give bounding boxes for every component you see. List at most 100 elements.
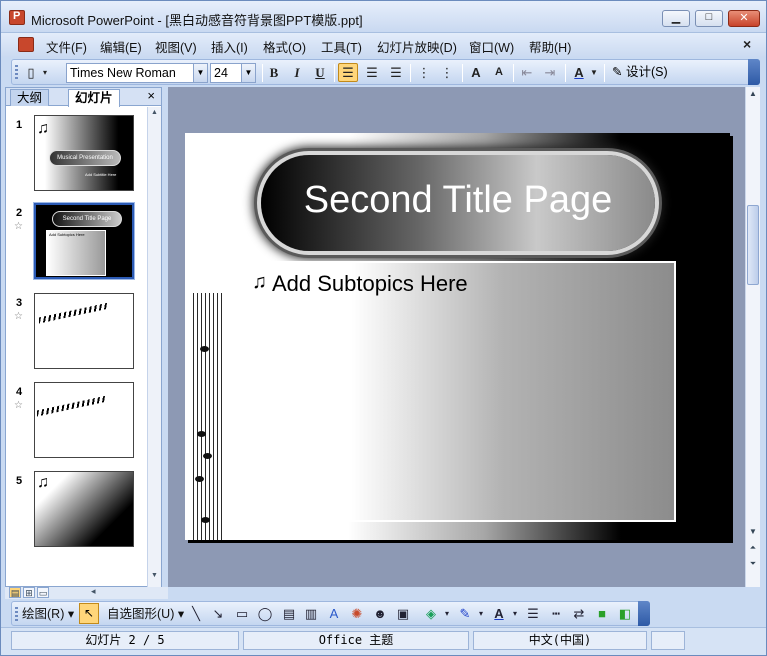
- thumbnail-image[interactable]: ♫ Musical Presentation Add Subtitle Here: [34, 115, 134, 191]
- font-name-select[interactable]: Times New Roman ▼: [66, 63, 208, 83]
- thumbnail-title: Musical Presentation: [49, 150, 121, 166]
- slide-thumbnail-4[interactable]: 4 ☆: [6, 378, 147, 464]
- toolbar-options-button[interactable]: [638, 601, 650, 626]
- menu-file[interactable]: 文件(F): [46, 37, 87, 56]
- bullets-icon[interactable]: ⋮: [437, 63, 457, 82]
- thumbnail-image[interactable]: [34, 293, 134, 369]
- menu-slideshow[interactable]: 幻灯片放映(D): [377, 37, 457, 56]
- menu-insert[interactable]: 插入(I): [211, 37, 248, 56]
- close-document-button[interactable]: ×: [743, 36, 751, 52]
- underline-icon[interactable]: U: [310, 63, 330, 82]
- body-placeholder[interactable]: ♫ Add Subtopics Here: [242, 261, 676, 522]
- tab-outline[interactable]: 大纲: [10, 89, 50, 106]
- slide-scrollbar[interactable]: ▲ ▼ ⏶ ⏷: [745, 87, 760, 587]
- scroll-down-icon[interactable]: ▼: [746, 527, 760, 536]
- diagram-icon[interactable]: ✺: [348, 605, 366, 623]
- 3d-style-icon[interactable]: ◧: [616, 605, 634, 623]
- toolbar-grip[interactable]: [15, 607, 18, 623]
- oval-icon[interactable]: ◯: [256, 605, 274, 623]
- select-objects-icon[interactable]: ↖: [79, 603, 99, 624]
- align-center-icon[interactable]: ☰: [362, 63, 382, 82]
- textbox-icon[interactable]: ▤: [280, 605, 298, 623]
- menu-help[interactable]: 帮助(H): [529, 37, 571, 56]
- current-slide[interactable]: Second Title Page ♫ Add Subtopics Here: [185, 133, 730, 540]
- slide-title[interactable]: Second Title Page: [261, 179, 655, 222]
- chevron-down-icon[interactable]: ▼: [241, 64, 255, 82]
- vertical-textbox-icon[interactable]: ▥: [302, 605, 320, 623]
- thumbnail-image[interactable]: ♫: [34, 471, 134, 547]
- status-bar: 幻灯片 2 / 5 Office 主题 中文(中国): [1, 627, 766, 655]
- music-note-icon: ♫: [37, 120, 49, 137]
- increase-font-icon[interactable]: A: [466, 63, 486, 82]
- autoshapes-button[interactable]: 自选图形(U) ▾: [107, 605, 184, 623]
- menu-tools[interactable]: 工具(T): [321, 37, 362, 56]
- scroll-up-icon[interactable]: ▲: [148, 109, 161, 122]
- chevron-down-icon[interactable]: ▼: [588, 63, 600, 82]
- demote-icon[interactable]: ⇥: [540, 63, 560, 82]
- line-style-icon[interactable]: ☰: [524, 605, 542, 623]
- thumbnail-image[interactable]: [34, 382, 134, 458]
- chevron-down-icon[interactable]: ▾: [506, 605, 524, 623]
- chevron-down-icon[interactable]: ▼: [193, 64, 207, 82]
- font-size-select[interactable]: 24 ▼: [210, 63, 256, 83]
- slideshow-view-icon[interactable]: ▭: [37, 587, 49, 598]
- slides-pane: 大纲 幻灯片 × 1 ♫ Musical Presentation Add Su…: [5, 87, 162, 587]
- slide-thumbnail-1[interactable]: 1 ♫ Musical Presentation Add Subtitle He…: [6, 111, 147, 197]
- font-color-icon[interactable]: A: [569, 63, 589, 82]
- toolbar-options-chevron-icon[interactable]: ▾: [39, 63, 51, 82]
- slide-number: 4: [16, 386, 23, 398]
- arrow-icon[interactable]: ↘: [209, 605, 227, 623]
- previous-slide-icon[interactable]: ⏶: [746, 543, 760, 553]
- maximize-button[interactable]: □: [695, 10, 723, 27]
- tab-slides[interactable]: 幻灯片: [68, 89, 120, 107]
- promote-icon[interactable]: ⇤: [517, 63, 537, 82]
- align-left-icon[interactable]: ☰: [338, 63, 358, 82]
- powerpoint-app-icon[interactable]: [9, 10, 25, 25]
- close-window-button[interactable]: ✕: [728, 10, 760, 27]
- rectangle-icon[interactable]: ▭: [233, 605, 251, 623]
- slide-thumbnail-2[interactable]: 2 ☆ Second Title Page Add Subtopics Here: [6, 199, 147, 285]
- bold-icon[interactable]: B: [264, 63, 284, 82]
- draw-menu-button[interactable]: 绘图(R) ▾: [22, 605, 74, 623]
- arrow-style-icon[interactable]: ⇄: [570, 605, 588, 623]
- slide-canvas[interactable]: Second Title Page ♫ Add Subtopics Here: [168, 87, 745, 587]
- italic-icon[interactable]: I: [287, 63, 307, 82]
- menu-format[interactable]: 格式(O): [263, 37, 306, 56]
- picture-icon[interactable]: ▣: [394, 605, 412, 623]
- music-notes-decoration: [37, 395, 107, 417]
- wordart-icon[interactable]: A: [325, 605, 343, 623]
- chevron-down-icon[interactable]: ▾: [472, 605, 490, 623]
- chevron-down-icon[interactable]: ▾: [438, 605, 456, 623]
- document-icon[interactable]: [18, 37, 34, 52]
- thumbnail-scrollbar[interactable]: ▲ ▼: [147, 107, 161, 587]
- scroll-down-icon[interactable]: ▼: [148, 572, 161, 585]
- thumbnail-image[interactable]: Second Title Page Add Subtopics Here: [34, 203, 134, 279]
- scroll-left-icon[interactable]: ◂: [91, 586, 96, 597]
- normal-view-icon[interactable]: ▤: [9, 587, 21, 598]
- close-pane-button[interactable]: ×: [147, 88, 155, 103]
- decrease-font-icon[interactable]: A: [489, 63, 509, 82]
- slide-body-text[interactable]: Add Subtopics Here: [272, 271, 468, 297]
- line-icon[interactable]: ╲: [187, 605, 205, 623]
- toolbar-grip[interactable]: [15, 65, 18, 81]
- slide-thumbnail-5[interactable]: 5 ♫: [6, 467, 147, 553]
- draw-menu-label: 绘图(R): [22, 607, 65, 621]
- horizontal-scrollbar[interactable]: [168, 587, 760, 599]
- numbering-icon[interactable]: ⋮: [414, 63, 434, 82]
- align-right-icon[interactable]: ☰: [386, 63, 406, 82]
- slide-thumbnail-3[interactable]: 3 ☆: [6, 289, 147, 375]
- shadow-style-icon[interactable]: ■: [593, 605, 611, 623]
- design-button[interactable]: ✎ 设计(S): [612, 63, 668, 82]
- menu-view[interactable]: 视图(V): [155, 37, 197, 56]
- scrollbar-thumb[interactable]: [747, 205, 759, 285]
- dash-style-icon[interactable]: ┅: [547, 605, 565, 623]
- new-slide-icon[interactable]: ▯: [21, 63, 41, 82]
- menu-edit[interactable]: 编辑(E): [100, 37, 142, 56]
- minimize-button[interactable]: ▁: [662, 10, 690, 27]
- next-slide-icon[interactable]: ⏷: [746, 559, 760, 569]
- menu-window[interactable]: 窗口(W): [469, 37, 514, 56]
- scroll-up-icon[interactable]: ▲: [746, 89, 760, 98]
- toolbar-options-button[interactable]: [748, 59, 760, 85]
- slide-sorter-icon[interactable]: ⊞: [23, 587, 35, 598]
- clipart-icon[interactable]: ☻: [371, 605, 389, 623]
